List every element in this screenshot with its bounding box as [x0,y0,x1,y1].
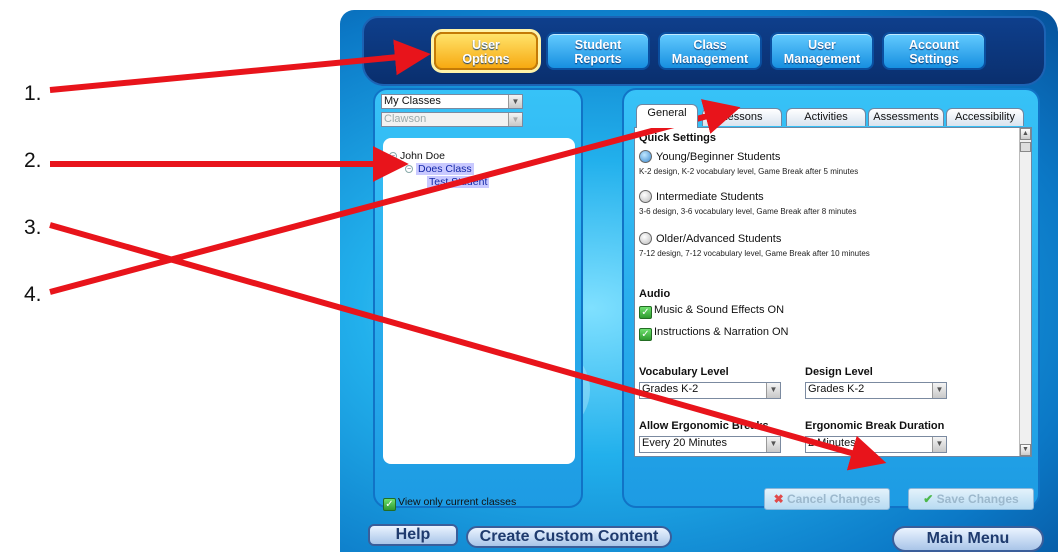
chevron-down-icon: ▼ [508,113,522,126]
settings-scrollbar[interactable]: ▲ ▼ [1019,128,1031,456]
cancel-x-icon: ✖ [773,492,784,506]
tab-activities[interactable]: Activities [786,108,866,126]
design-level-select[interactable]: Grades K-2 ▼ [805,382,947,399]
design-level-value: Grades K-2 [808,383,865,395]
nav-account-settings-line2: Settings [909,52,959,66]
help-button[interactable]: Help [368,524,458,546]
preset-young-desc: K-2 design, K-2 vocabulary level, Game B… [639,167,859,176]
nav-account-settings-button[interactable]: Account Settings [882,32,986,70]
preset-young[interactable]: Young/Beginner Students K-2 design, K-2 … [639,150,858,176]
view-only-current-checkbox[interactable]: ✓ View only current classes [383,496,516,511]
scroll-up-icon[interactable]: ▲ [1020,128,1031,140]
radio-selected-icon[interactable] [639,150,652,163]
settings-panel: General Lessons Activities Assessments A… [622,88,1040,510]
instructions-narration-checkbox[interactable]: ✓ Instructions & Narration ON [639,326,789,341]
preset-young-label: Young/Beginner Students [656,151,781,163]
scroll-down-icon[interactable]: ▼ [1020,444,1031,456]
tree-node-student[interactable]: Test Student [427,176,490,188]
nav-student-reports-line2: Reports [574,52,622,66]
tab-lessons[interactable]: Lessons [702,108,782,126]
ergonomic-duration-select[interactable]: 2 Minutes ▼ [805,436,947,453]
vocabulary-level-label: Vocabulary Level [639,366,729,378]
checkmark-icon: ✓ [639,328,652,341]
preset-intermediate-desc: 3-6 design, 3-6 vocabulary level, Game B… [639,207,857,216]
nav-user-management-button[interactable]: User Management [770,32,874,70]
annotation-label-1: 1. [24,82,42,105]
music-sound-checkbox[interactable]: ✓ Music & Sound Effects ON [639,304,784,319]
quick-settings-heading: Quick Settings [639,132,717,144]
annotation-label-2: 2. [24,149,42,172]
ergonomic-breaks-select[interactable]: Every 20 Minutes ▼ [639,436,781,453]
collapse-icon[interactable]: − [389,152,397,160]
ergonomic-breaks-value: Every 20 Minutes [642,437,727,449]
chevron-down-icon[interactable]: ▼ [932,383,946,398]
class-filter-select[interactable]: My Classes ▼ [381,94,523,109]
view-only-current-label: View only current classes [398,496,517,508]
general-settings-content: Quick Settings Young/Beginner Students K… [634,127,1032,457]
radio-icon[interactable] [639,232,652,245]
preset-older-desc: 7-12 design, 7-12 vocabulary level, Game… [639,249,870,258]
nav-student-reports-button[interactable]: Student Reports [546,32,650,70]
nav-account-settings-line1: Account [909,38,959,52]
preset-intermediate-label: Intermediate Students [656,191,764,203]
nav-user-options-line2: Options [462,52,510,66]
chevron-down-icon[interactable]: ▼ [766,383,780,398]
audio-heading: Audio [639,288,671,300]
school-select-value: Clawson [384,113,427,125]
chevron-down-icon[interactable]: ▼ [766,437,780,452]
tab-assessments[interactable]: Assessments [868,108,944,126]
collapse-icon[interactable]: − [405,165,413,173]
cancel-changes-label: Cancel Changes [787,492,881,506]
chevron-down-icon[interactable]: ▼ [508,95,522,108]
vocabulary-level-value: Grades K-2 [642,383,699,395]
save-check-icon: ✔ [923,492,934,506]
annotation-label-4: 4. [24,283,42,306]
radio-icon[interactable] [639,190,652,203]
ergonomic-duration-label: Ergonomic Break Duration [805,420,945,432]
scroll-thumb[interactable] [1020,142,1031,152]
music-sound-label: Music & Sound Effects ON [654,304,785,316]
tab-accessibility[interactable]: Accessibility [946,108,1024,126]
nav-class-management-button[interactable]: Class Management [658,32,762,70]
class-filter-value: My Classes [384,95,441,107]
class-tree: − John Doe − Does Class Test Student [383,138,575,464]
preset-older-label: Older/Advanced Students [656,233,782,245]
save-changes-button[interactable]: ✔ Save Changes [908,488,1034,510]
nav-user-options-line1: User [472,38,500,52]
tree-node-class[interactable]: − Does Class [405,163,474,175]
design-level-label: Design Level [805,366,873,378]
app-window: User Options Student Reports Class Manag… [340,10,1058,552]
tree-node-teacher-label: John Doe [400,150,445,162]
checkmark-icon: ✓ [383,498,396,511]
nav-class-management-line2: Management [671,52,749,66]
nav-class-management-line1: Class [693,38,727,52]
nav-user-management-line1: User [808,38,836,52]
nav-user-management-line2: Management [783,52,861,66]
ergonomic-duration-value: 2 Minutes [808,437,856,449]
ergonomic-breaks-label: Allow Ergonomic Breaks [639,420,769,432]
page: 1. 2. 3. 4. User Options Student Reports… [0,0,1063,552]
preset-intermediate[interactable]: Intermediate Students 3-6 design, 3-6 vo… [639,190,856,216]
nav-user-options-button[interactable]: User Options [434,32,538,70]
save-changes-label: Save Changes [936,492,1019,506]
vocabulary-level-select[interactable]: Grades K-2 ▼ [639,382,781,399]
tab-general[interactable]: General [636,104,698,128]
instructions-narration-label: Instructions & Narration ON [654,326,789,338]
create-custom-content-button[interactable]: Create Custom Content [466,526,672,548]
chevron-down-icon[interactable]: ▼ [932,437,946,452]
main-menu-button[interactable]: Main Menu [892,526,1044,552]
nav-student-reports-line1: Student [574,38,622,52]
class-tree-panel: My Classes ▼ Clawson ▼ − John Doe − Does C… [373,88,583,511]
top-navigation-bar: User Options Student Reports Class Manag… [362,16,1046,86]
tree-node-class-label: Does Class [416,163,474,175]
preset-older[interactable]: Older/Advanced Students 7-12 design, 7-1… [639,232,870,258]
tree-node-teacher[interactable]: − John Doe [389,150,445,162]
cancel-changes-button[interactable]: ✖ Cancel Changes [764,488,890,510]
school-select: Clawson ▼ [381,112,523,127]
checkmark-icon: ✓ [639,306,652,319]
annotation-label-3: 3. [24,216,42,239]
tree-node-student-label: Test Student [427,176,490,188]
